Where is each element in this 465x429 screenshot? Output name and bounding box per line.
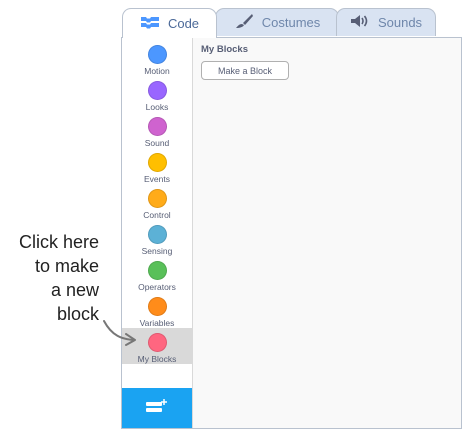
category-looks[interactable]: Looks bbox=[122, 78, 192, 114]
category-label: Sensing bbox=[141, 246, 173, 256]
category-control[interactable]: Control bbox=[122, 186, 192, 222]
category-operators[interactable]: Operators bbox=[122, 258, 192, 294]
variables-category-icon bbox=[147, 297, 167, 316]
category-sensing[interactable]: Sensing bbox=[122, 222, 192, 258]
tab-sounds-label: Sounds bbox=[377, 15, 423, 30]
category-menu: Motion Looks Sound Events Control Sensin… bbox=[122, 38, 193, 428]
category-sound[interactable]: Sound bbox=[122, 114, 192, 150]
category-motion[interactable]: Motion bbox=[122, 42, 192, 78]
annotation-line: Click here bbox=[18, 232, 99, 252]
category-my-blocks[interactable]: My Blocks bbox=[122, 328, 192, 364]
tab-code-label: Code bbox=[167, 16, 200, 31]
annotation-line: a new bbox=[50, 280, 99, 300]
category-label: Events bbox=[144, 174, 170, 184]
events-category-icon bbox=[147, 153, 167, 172]
speaker-icon bbox=[350, 14, 370, 31]
looks-category-icon bbox=[147, 81, 167, 100]
palette-section-title: My Blocks bbox=[201, 44, 248, 55]
annotation-line: to make bbox=[34, 256, 99, 276]
brush-icon bbox=[234, 13, 254, 32]
category-label: Variables bbox=[139, 318, 175, 328]
tab-sounds[interactable]: Sounds bbox=[336, 8, 436, 36]
tab-costumes[interactable]: Costumes bbox=[215, 8, 339, 36]
my-blocks-category-icon bbox=[147, 333, 167, 352]
category-label: Sound bbox=[144, 138, 170, 148]
make-a-block-button[interactable]: Make a Block bbox=[201, 61, 289, 80]
code-editor: Motion Looks Sound Events Control Sensin… bbox=[121, 37, 462, 429]
sound-category-icon bbox=[147, 117, 167, 136]
category-label: My Blocks bbox=[137, 354, 177, 364]
code-blocks-icon bbox=[140, 15, 160, 32]
motion-category-icon bbox=[147, 45, 167, 64]
control-category-icon bbox=[147, 189, 167, 208]
category-label: Control bbox=[143, 210, 171, 220]
tab-costumes-label: Costumes bbox=[261, 15, 321, 30]
tab-code[interactable]: Code bbox=[122, 8, 217, 38]
category-label: Operators bbox=[138, 282, 176, 292]
category-variables[interactable]: Variables bbox=[122, 294, 192, 330]
category-label: Looks bbox=[145, 102, 169, 112]
instruction-annotation: Click here to make a new block bbox=[19, 230, 99, 326]
add-extension-button[interactable] bbox=[122, 388, 192, 428]
add-extension-icon bbox=[145, 397, 169, 420]
category-events[interactable]: Events bbox=[122, 150, 192, 186]
sensing-category-icon bbox=[147, 225, 167, 244]
annotation-line: block bbox=[56, 304, 99, 324]
category-label: Motion bbox=[144, 66, 170, 76]
operators-category-icon bbox=[147, 261, 167, 280]
